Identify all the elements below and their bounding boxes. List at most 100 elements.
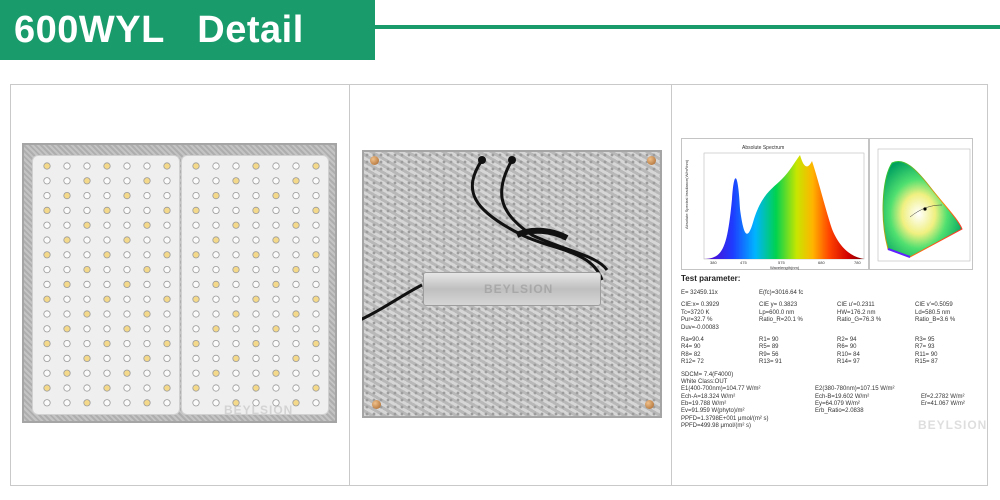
led-diode [123,310,131,318]
param-cell: Ech-A=18.324 W/m² [681,393,736,400]
spectrum-chart: Absolute Spectrum Absolute Spectral Irra… [681,138,869,270]
param-cell: Lp=600.0 nm [759,309,795,316]
led-diode [212,340,220,348]
led-diode [103,236,111,244]
ra-row: R12= 72 R13= 91 R14= 97 R15= 87 [681,359,981,366]
spectrum-tick: 380 [710,260,717,265]
led-diode [232,354,240,362]
led-diode [312,266,320,274]
led-diode [63,177,71,185]
param-cell: CIE y= 0.3823 [759,302,798,309]
led-diode [192,295,200,303]
led-diode [163,280,171,288]
led-diode [312,236,320,244]
led-diode [212,369,220,377]
led-diode [252,221,260,229]
led-diode [312,310,320,318]
led-diode [103,177,111,185]
led-diode [232,384,240,392]
led-diode [63,266,71,274]
param-cell: CIE:x= 0.3929 [681,302,720,309]
param-cell: Ech-B=19.602 W/m² [815,393,870,400]
led-diode [43,369,51,377]
led-diode [232,369,240,377]
led-diode [212,295,220,303]
led-diode [163,206,171,215]
led-diode [252,177,260,185]
led-diode [103,340,111,348]
led-diode [252,236,260,244]
led-driver: BEYLSION [423,272,601,306]
led-diode [292,191,300,200]
led-diode [252,191,260,200]
led-diode [63,236,71,244]
led-diode [252,310,260,318]
led-diode [83,325,91,333]
led-diode [143,369,151,377]
led-diode [212,221,220,229]
panel-divider-1 [349,84,350,486]
led-diode [272,369,280,377]
led-diode [143,354,151,362]
irradiance-row: Ev=91.959 W(phyto)/m² Erb_Ratio=2.0838 [681,408,981,415]
led-diode [103,266,111,274]
led-diode [312,280,320,288]
led-diode [83,369,91,377]
led-diode [123,399,131,407]
param-cell: Er=41.067 W/m² [921,401,965,408]
led-diode [123,162,131,170]
led-diode [103,162,111,170]
led-diode [232,325,240,333]
led-diode [312,177,320,185]
led-diode [312,369,320,377]
led-diode [63,325,71,333]
led-diode [123,266,131,274]
led-diode [43,266,51,274]
led-diode [292,162,300,170]
led-diode [103,251,111,259]
led-diode [272,236,280,244]
led-diode [232,221,240,229]
cie-chromaticity-diagram [869,138,973,270]
param-cell: Tc=3720 K [681,309,710,316]
led-diode [143,295,151,303]
led-diode [212,191,220,200]
led-diode [192,177,200,185]
led-diode [143,325,151,333]
param-cell: Pur=32.7 % [681,317,713,324]
led-panel-left [32,155,180,415]
led-diode [292,310,300,318]
led-diode [232,236,240,244]
led-diode [43,221,51,229]
led-diode [312,340,320,348]
led-diode [103,384,111,392]
led-diode [163,340,171,348]
led-diode [123,384,131,392]
led-diode [212,206,220,215]
led-array-right [192,162,320,407]
led-diode [252,295,260,303]
led-diode [252,206,260,215]
led-diode [312,221,320,229]
led-diode [292,295,300,303]
led-diode [312,191,320,200]
led-diode [272,280,280,288]
param-cell: HW=176.2 nm [837,309,876,316]
test-parameter-block: E= 32459.11x E(fc)=3016.64 fc CIE:x= 0.3… [681,290,981,431]
led-array-left [43,162,171,407]
led-diode [63,206,71,215]
watermark: BEYLSION [918,418,988,432]
led-diode [143,206,151,215]
led-diode [232,280,240,288]
led-diode [232,310,240,318]
led-diode [163,162,171,170]
led-diode [312,206,320,215]
irradiance-row: Eb=19.788 W/m² Ey=64.079 W/m² Er=41.067 … [681,401,981,408]
led-diode [103,310,111,318]
led-diode [232,266,240,274]
led-diode [252,266,260,274]
led-diode [83,295,91,303]
led-diode [292,221,300,229]
led-diode [123,295,131,303]
led-diode [123,280,131,288]
